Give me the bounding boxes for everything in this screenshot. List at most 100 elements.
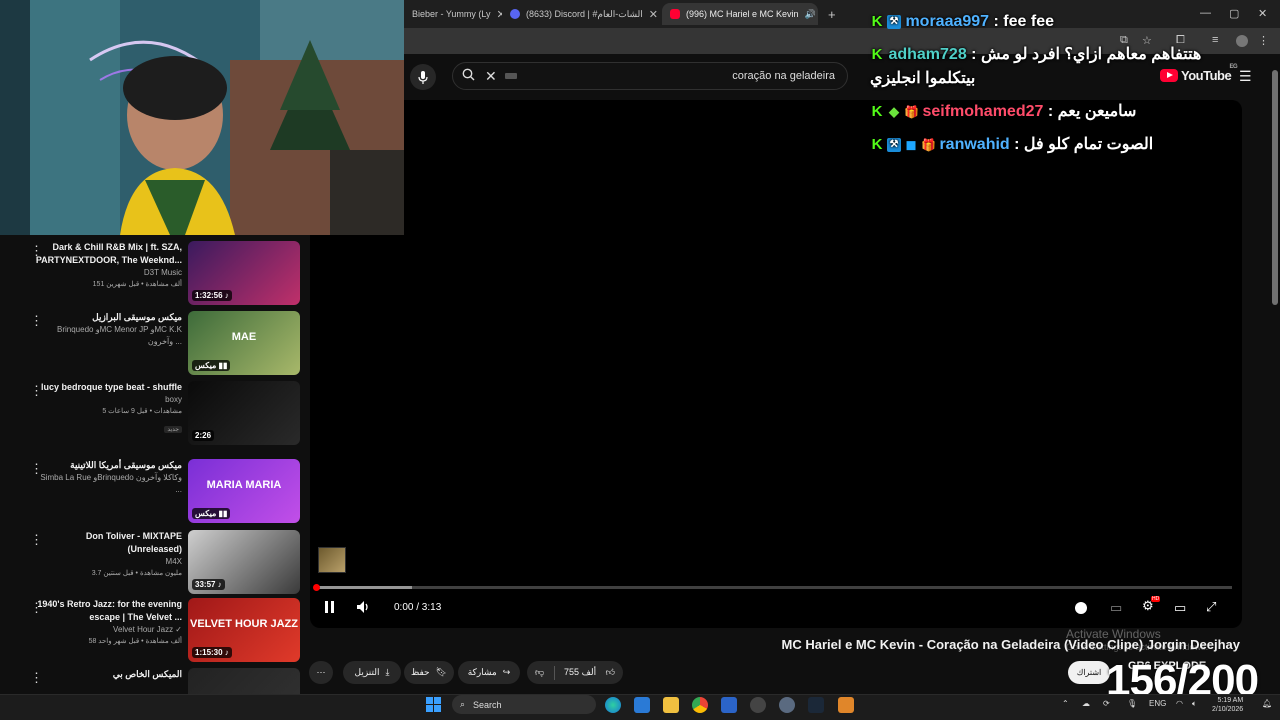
recommendation-title: ميكس موسيقى البرازيل <box>92 312 182 322</box>
recommendation-channel: Simba La Rue وBrinquedo وكاكلا وآخرون ..… <box>40 473 182 494</box>
divider <box>553 665 555 680</box>
webcam-overlay <box>0 0 404 235</box>
fullscreen-icon[interactable]: ⤢ <box>1206 599 1216 615</box>
recommendation-thumbnail[interactable]: 33:57 ♪ <box>188 530 300 594</box>
clear-search-icon[interactable]: ✕ <box>485 68 497 85</box>
theater-mode-icon[interactable]: ▭ <box>1174 600 1186 616</box>
microphone-icon <box>418 70 428 84</box>
share-button[interactable]: مشاركة ↪ <box>458 661 520 684</box>
like-icon[interactable]: 👍︎ <box>606 667 615 678</box>
chat-message: K adham728 : هتتفاهم معاهم ازاي؟ افرد لو… <box>870 43 1250 91</box>
wifi-icon[interactable]: ◠ <box>1176 699 1183 708</box>
pause-button[interactable] <box>324 601 335 616</box>
edge-icon[interactable] <box>605 697 621 713</box>
app-icon[interactable] <box>838 697 854 713</box>
recommendation-meta: 58 ألف مشاهدة • قبل شهر واحد <box>88 638 182 645</box>
volume-button[interactable] <box>357 601 371 616</box>
recommendation-title: Don Toliver - MIXTAPE (Unreleased) <box>85 531 182 554</box>
chrome-icon[interactable] <box>692 697 708 713</box>
close-tab-icon[interactable]: ✕ <box>649 8 658 21</box>
gift-badge-icon: 🎁 <box>904 104 919 119</box>
mail-icon[interactable] <box>721 697 737 713</box>
taskbar-search-label: Search <box>473 699 502 710</box>
recommendation-item[interactable]: ⋮ Dark & Chill R&B Mix | ft. SZA, PARTYNE… <box>26 241 300 305</box>
diamond-badge-icon: ◆ <box>889 103 899 119</box>
recommendation-thumbnail[interactable]: MARIA MARIA ميكس ▮▮ <box>188 459 300 523</box>
file-explorer-icon[interactable] <box>663 697 679 713</box>
recommendation-item[interactable]: ⋮ lucy bedroque type beat - shuffle boxy 5 … <box>26 381 300 445</box>
like-dislike-group: 👎︎ 755 ألف 👍︎ <box>527 661 623 684</box>
thumbnail-text: MAE <box>231 331 257 343</box>
recommendation-meta: 5 مشاهدات • قبل 9 ساعات <box>102 408 182 415</box>
search-input[interactable]: ✕ coração na geladeira <box>452 62 848 90</box>
notifications-icon[interactable]: 🔔︎ <box>1262 699 1272 708</box>
scrubber-handle[interactable] <box>313 584 320 591</box>
video-player[interactable] <box>310 100 1242 628</box>
page-scrollbar-thumb[interactable] <box>1272 70 1278 305</box>
subscribe-button[interactable]: اشتراك <box>1068 661 1110 684</box>
thumbnail-text: MARIA MARIA <box>206 479 282 491</box>
store-icon[interactable] <box>634 697 650 713</box>
download-button[interactable]: التنزيل ⤓ <box>343 661 401 684</box>
youtube-favicon-icon <box>670 9 680 19</box>
recommendation-item[interactable]: ⋮ Don Toliver - MIXTAPE (Unreleased) M4X 3.… <box>26 530 300 594</box>
chat-message: K ◆ 🎁 seifmohamed27 : ساميعن يعم <box>870 100 1250 124</box>
hammer-badge-icon: ⚒ <box>887 137 901 152</box>
recommendation-item[interactable]: ⋮ ميكس موسيقى البرازيل Brinquedo وMC Menor… <box>26 311 300 375</box>
tab-label: Bieber - Yummy (Ly <box>412 9 491 19</box>
network-tray-icon[interactable]: ⟳ <box>1103 699 1110 708</box>
recommendation-thumbnail[interactable]: MAE ميكس ▮▮ <box>188 311 300 375</box>
autoplay-toggle[interactable] <box>1075 602 1087 614</box>
recommendation-thumbnail[interactable]: 1:32:56 ♪ <box>188 241 300 305</box>
kick-badge-icon: K <box>871 102 883 120</box>
subtitles-icon[interactable]: ▭ <box>1110 600 1122 616</box>
tab-discord[interactable]: (8633) Discord | #الشات-العام ✕ <box>502 3 660 25</box>
search-query: coração na geladeira <box>732 70 835 82</box>
download-label: التنزيل <box>354 667 380 677</box>
search-icon[interactable] <box>453 68 483 84</box>
duration-badge: ميكس ▮▮ <box>192 360 231 371</box>
language-indicator[interactable]: ENG <box>1149 699 1166 708</box>
browser-menu-icon[interactable]: ⋮ <box>1258 34 1269 47</box>
duration-badge: 1:32:56 ♪ <box>192 290 232 301</box>
kick-badge-icon: K <box>871 12 883 30</box>
steam-icon[interactable] <box>808 697 824 713</box>
tab-label: (8633) Discord | #الشات-العام <box>526 8 643 19</box>
onedrive-icon[interactable]: ☁ <box>1082 699 1090 708</box>
voice-search-button[interactable] <box>410 64 436 90</box>
chat-separator: : <box>1043 103 1058 120</box>
recommendation-item[interactable]: ⋮ ميكس موسيقى أمريكا اللاتينية Simba La Ru… <box>26 459 300 523</box>
chat-username: ranwahid <box>939 136 1010 153</box>
video-preview-thumbnail <box>318 547 346 573</box>
more-actions-button[interactable]: ⋯ <box>309 661 333 684</box>
time-display: 0:00 / 3:13 <box>394 602 442 613</box>
mic-tray-icon[interactable]: 🎙︎ <box>1127 699 1137 708</box>
chat-text: ساميعن يعم <box>1057 103 1137 120</box>
recommendation-title: lucy bedroque type beat - shuffle <box>40 382 182 392</box>
tab-youtube-active[interactable]: (996) MC Hariel e MC Kevin 🔊 ✕ <box>662 3 818 25</box>
speaker-tray-icon[interactable]: 🔈︎ <box>1192 699 1197 709</box>
new-tab-button[interactable]: + <box>820 3 840 25</box>
obs-icon[interactable] <box>750 697 766 713</box>
settings-app-icon[interactable] <box>779 697 795 713</box>
taskbar-search[interactable]: ⌕ Search <box>452 695 596 714</box>
recommendation-thumbnail[interactable]: VELVET HOUR JAZZ 1:15:30 ♪ <box>188 598 300 662</box>
recommendation-item[interactable]: ⋮ 1940's Retro Jazz: for the evening esca… <box>26 598 300 662</box>
bookmark-icon: 🔖︎ <box>435 667 448 677</box>
clock-time: 5:19 AM <box>1217 697 1244 704</box>
recommendation-title: 1940's Retro Jazz: for the evening escap… <box>37 599 182 622</box>
recommendation-title: Dark & Chill R&B Mix | ft. SZA, PARTYNEX… <box>35 242 182 265</box>
dislike-icon[interactable]: 👎︎ <box>535 667 544 678</box>
speaker-icon[interactable]: 🔊 <box>805 9 816 20</box>
settings-gear-icon[interactable]: ⚙ HD <box>1142 596 1161 614</box>
recommendation-thumbnail[interactable]: 2:26 <box>188 381 300 445</box>
save-button[interactable]: حفظ 🔖︎ <box>404 661 454 684</box>
recommendation-info: ميكس موسيقى البرازيل Brinquedo وMC Menor … <box>32 311 182 348</box>
clock[interactable]: 5:19 AM 2/10/2026 <box>1212 696 1243 714</box>
progress-bar[interactable] <box>316 586 1232 589</box>
tab-bieber[interactable]: Bieber - Yummy (Ly ✕ <box>404 3 502 25</box>
keyboard-icon[interactable] <box>504 73 517 79</box>
tray-overflow-icon[interactable]: ⌃ <box>1062 699 1069 708</box>
close-window-icon[interactable]: ✕ <box>1258 7 1267 20</box>
windows-start-icon[interactable] <box>426 697 442 713</box>
